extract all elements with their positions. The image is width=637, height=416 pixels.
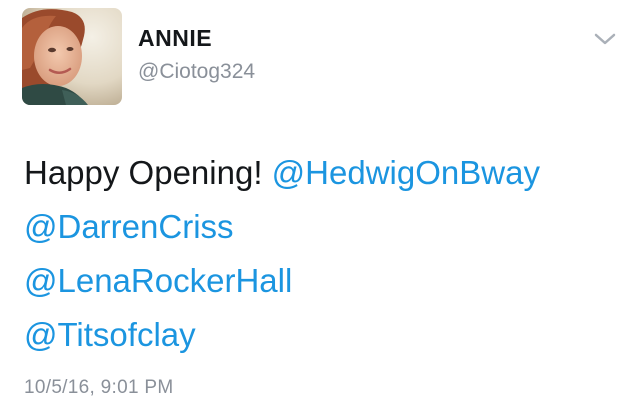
mention-link[interactable]: @Titsofclay <box>24 316 196 353</box>
avatar-photo <box>22 8 122 105</box>
avatar[interactable] <box>22 8 122 105</box>
tweet-text: Happy Opening! <box>24 154 263 191</box>
tweet-line-2: @DarrenCriss <box>24 200 624 254</box>
author-info: ANNIE @Ciotog324 <box>138 24 255 86</box>
tweet-body: Happy Opening! @HedwigOnBway @DarrenCris… <box>24 146 624 362</box>
display-name[interactable]: ANNIE <box>138 24 255 52</box>
tweet-line-3: @LenaRockerHall <box>24 254 624 308</box>
mention-link[interactable]: @DarrenCriss <box>24 208 234 245</box>
mention-link[interactable]: @LenaRockerHall <box>24 262 292 299</box>
chevron-down-icon[interactable] <box>592 30 618 48</box>
tweet-card: ANNIE @Ciotog324 Happy Opening! @HedwigO… <box>0 0 637 416</box>
mention-link[interactable]: @HedwigOnBway <box>272 154 540 191</box>
handle[interactable]: @Ciotog324 <box>138 58 255 86</box>
tweet-line-4: @Titsofclay <box>24 308 624 362</box>
tweet-timestamp[interactable]: 10/5/16, 9:01 PM <box>24 377 174 399</box>
tweet-line-1: Happy Opening! @HedwigOnBway <box>24 146 624 200</box>
